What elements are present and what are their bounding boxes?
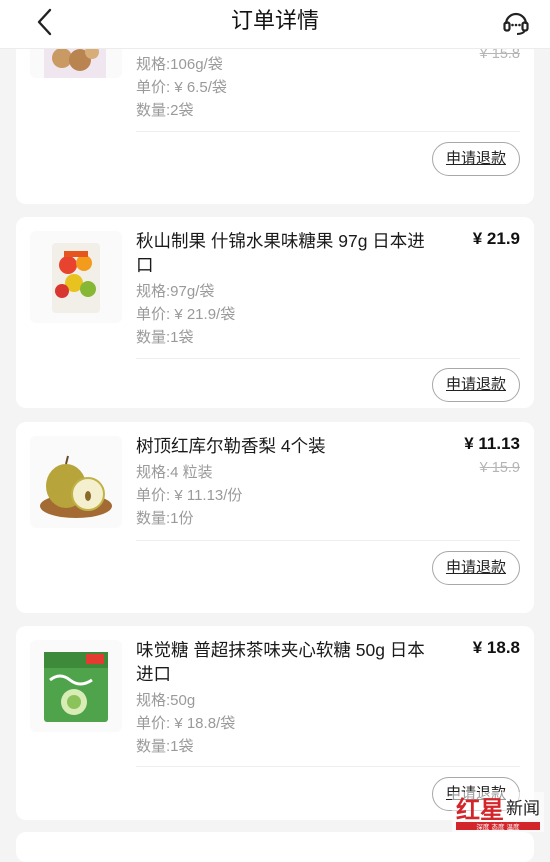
unit-price: 单价: ¥ 6.5/袋 [136, 79, 227, 96]
product-name[interactable]: 树顶红库尔勒香梨 4个装 [136, 434, 436, 458]
unit-price: 单价: ¥ 21.9/袋 [136, 306, 236, 323]
svg-text:深度 态度 温度: 深度 态度 温度 [476, 822, 520, 831]
product-spec: 规格:4 粒装 [136, 464, 213, 481]
quantity: 数量:1袋 [136, 738, 194, 755]
divider [136, 131, 520, 132]
quantity: 数量:2袋 [136, 102, 194, 119]
top-navigation-bar: 订单详情 [0, 0, 550, 49]
original-price: ¥ 15.9 [479, 460, 520, 476]
order-item-card: 树顶红库尔勒香梨 4个装 ¥ 11.13 ¥ 15.9 规格:4 粒装 单价: … [16, 422, 534, 613]
request-refund-button[interactable]: 申请退款 [432, 368, 520, 402]
hongxing-news-watermark-logo: 红星 新闻 深度 态度 温度 [452, 792, 544, 832]
product-price: ¥ 18.8 [472, 638, 520, 657]
svg-text:新闻: 新闻 [506, 799, 540, 819]
divider [136, 766, 520, 767]
product-price: ¥ 21.9 [472, 229, 520, 248]
divider [136, 358, 520, 359]
unit-price: 单价: ¥ 11.13/份 [136, 487, 243, 504]
order-item-card: 秋山制果 什锦水果味糖果 97g 日本进口 ¥ 21.9 规格:97g/袋 单价… [16, 217, 534, 408]
svg-text:红星: 红星 [456, 796, 504, 824]
product-name[interactable]: 味觉糖 普超抹茶味夹心软糖 50g 日本进口 [136, 638, 436, 686]
fruit-candy-bag-image [52, 243, 100, 313]
product-spec: 规格:106g/袋 [136, 56, 223, 73]
product-spec: 规格:97g/袋 [136, 283, 215, 300]
quantity: 数量:1份 [136, 510, 194, 527]
quantity: 数量:1袋 [136, 329, 194, 346]
unit-price: 单价: ¥ 18.8/袋 [136, 715, 236, 732]
product-spec: 规格:50g [136, 692, 196, 709]
request-refund-button[interactable]: 申请退款 [432, 551, 520, 585]
pear-image [40, 455, 112, 518]
divider [136, 540, 520, 541]
product-image-pear [30, 436, 122, 528]
product-image-matcha-gummy [30, 640, 122, 732]
customer-service-button[interactable] [498, 4, 534, 40]
product-image-fruit-candy [30, 231, 122, 323]
order-item-card [16, 832, 534, 862]
matcha-gummy-bag-image [44, 652, 108, 722]
headset-icon [503, 12, 529, 35]
request-refund-button[interactable]: 申请退款 [432, 142, 520, 176]
product-name[interactable]: 秋山制果 什锦水果味糖果 97g 日本进口 [136, 229, 436, 277]
product-price: ¥ 11.13 [464, 434, 520, 453]
page-title: 订单详情 [230, 8, 319, 33]
